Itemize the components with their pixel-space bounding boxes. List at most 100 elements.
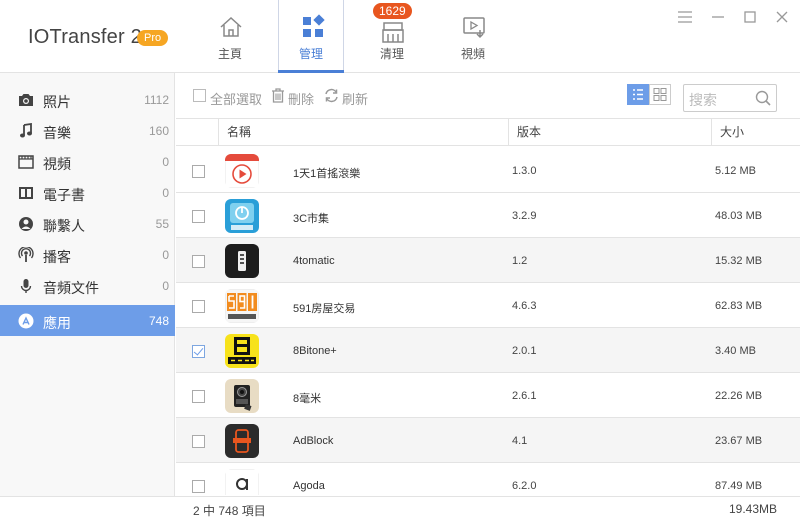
app-name: 4tomatic (293, 255, 335, 267)
sidebar-item-label: 音樂 (43, 125, 71, 141)
column-header-version[interactable]: 版本 (508, 119, 711, 145)
row-checkbox[interactable] (192, 480, 205, 493)
grid-view-icon[interactable] (649, 84, 671, 105)
podcast-icon (18, 247, 34, 262)
refresh-icon[interactable] (324, 88, 339, 103)
refresh-button[interactable]: 刷新 (342, 89, 368, 108)
sidebar-item-count: 748 (148, 314, 169, 328)
sidebar-item-count: 55 (155, 217, 169, 231)
app-size: 22.26 MB (715, 390, 763, 402)
app-size: 87.49 MB (715, 480, 763, 492)
8bit-app-icon (225, 334, 259, 368)
microphone-icon (20, 279, 32, 293)
app-version: 4.1 (512, 435, 528, 447)
app-name: 3C市集 (293, 213, 330, 225)
app-name: 591房屋交易 (293, 303, 356, 315)
tab-video[interactable]: 視頻 (440, 0, 506, 73)
select-all-label[interactable]: 全部選取 (210, 89, 262, 108)
sidebar-item-label: 音頻文件 (43, 280, 99, 296)
tab-video-label: 視頻 (460, 47, 485, 61)
table-header: 名稱 版本 大小 (176, 119, 800, 146)
row-checkbox[interactable] (192, 435, 205, 448)
table-row[interactable]: AdBlock 4.1 23.67 MB (176, 418, 800, 463)
table-row[interactable]: 4tomatic 1.2 15.32 MB (176, 238, 800, 283)
app-size: 5.12 MB (715, 165, 756, 177)
cleanup-count-badge: 1629 (373, 3, 412, 19)
sidebar-item-label: 應用 (43, 315, 71, 331)
sidebar-item-count: 0 (162, 186, 169, 200)
sidebar-item-count: 0 (162, 279, 169, 293)
sidebar-item-podcasts[interactable]: 播客 0 (0, 239, 175, 270)
delete-button[interactable]: 刪除 (288, 89, 314, 108)
maximize-icon[interactable] (741, 8, 759, 26)
sidebar-item-apps[interactable]: 應用 748 (0, 305, 175, 336)
sidebar-item-label: 電子書 (43, 187, 85, 203)
app-size: 3.40 MB (715, 345, 756, 357)
app-name: Agoda (293, 480, 325, 492)
toolbar: 全部選取 刪除 刷新 搜索 (176, 73, 800, 119)
table-row[interactable]: 591房屋交易 4.6.3 62.83 MB (176, 283, 800, 328)
sidebar-item-ebooks[interactable]: 電子書 0 (0, 177, 175, 208)
app-store-icon (18, 313, 34, 329)
header-checkbox-column (176, 119, 218, 145)
play-button-app-icon (225, 154, 259, 188)
tab-manage[interactable]: 管理 (278, 0, 344, 73)
search-input[interactable]: 搜索 (683, 84, 777, 112)
search-placeholder: 搜索 (689, 92, 717, 108)
app-size: 15.32 MB (715, 255, 763, 267)
selected-size: 19.43MB (728, 502, 777, 516)
app-version: 4.6.3 (512, 300, 537, 312)
select-all-checkbox[interactable] (193, 89, 206, 102)
table-row[interactable]: 8毫米 2.6.1 22.26 MB (176, 373, 800, 418)
sidebar-item-label: 照片 (43, 94, 71, 110)
row-checkbox[interactable] (192, 300, 205, 313)
table-row[interactable]: 8Bitone+ 2.0.1 3.40 MB (176, 328, 800, 373)
app-size: 23.67 MB (715, 435, 763, 447)
table-row[interactable]: 1天1首搖滾樂 1.3.0 5.12 MB (176, 148, 800, 193)
close-icon[interactable] (773, 8, 791, 26)
app-title: IOTransfer 2 (28, 26, 142, 48)
app-name: 8毫米 (293, 393, 322, 405)
591-app-icon (225, 289, 259, 323)
minimize-icon[interactable] (709, 8, 727, 26)
app-version: 2.6.1 (512, 390, 537, 402)
column-header-name[interactable]: 名稱 (218, 119, 508, 145)
list-view-icon[interactable] (627, 84, 649, 105)
tab-manage-label: 管理 (298, 47, 323, 61)
camera-app-icon (225, 379, 259, 413)
tab-home[interactable]: 主頁 (197, 0, 263, 73)
title-bar: IOTransfer 2 Pro 主頁 管理 1629 清理 視頻 (0, 0, 800, 73)
camera-icon (19, 94, 33, 106)
table-row[interactable]: Agoda 6.2.0 87.49 MB (176, 463, 800, 495)
app-name: 8Bitone+ (293, 345, 337, 357)
app-list: 1天1首搖滾樂 1.3.0 5.12 MB 3C市集 3.2.9 48.03 M… (176, 146, 800, 495)
sidebar-item-photos[interactable]: 照片 1112 (0, 84, 175, 115)
sidebar-item-label: 播客 (43, 249, 71, 265)
trash-icon[interactable] (271, 88, 285, 103)
sidebar-item-count: 0 (162, 155, 169, 169)
menu-icon[interactable] (676, 8, 694, 26)
app-version: 1.3.0 (512, 165, 537, 177)
contact-icon (19, 217, 33, 231)
search-icon[interactable] (754, 89, 772, 107)
broom-icon (382, 22, 404, 43)
row-checkbox[interactable] (192, 210, 205, 223)
table-row[interactable]: 3C市集 3.2.9 48.03 MB (176, 193, 800, 238)
sidebar-item-label: 視頻 (43, 156, 71, 172)
status-bar: 2 中 748 項目 19.43MB (0, 496, 800, 518)
app-name: 1天1首搖滾樂 (293, 168, 361, 180)
column-header-size[interactable]: 大小 (711, 119, 800, 145)
home-icon (220, 16, 242, 37)
sidebar-item-music[interactable]: 音樂 160 (0, 115, 175, 146)
row-checkbox[interactable] (192, 255, 205, 268)
row-checkbox[interactable] (192, 165, 205, 178)
tab-cleanup[interactable]: 1629 清理 (359, 0, 425, 73)
sidebar-item-video[interactable]: 視頻 0 (0, 146, 175, 177)
app-version: 6.2.0 (512, 480, 537, 492)
view-toggle (627, 84, 671, 105)
sidebar-item-audio-files[interactable]: 音頻文件 0 (0, 270, 175, 301)
row-checkbox[interactable] (192, 345, 205, 358)
tab-cleanup-label: 清理 (379, 47, 404, 61)
row-checkbox[interactable] (192, 390, 205, 403)
sidebar-item-contacts[interactable]: 聯繫人 55 (0, 208, 175, 239)
